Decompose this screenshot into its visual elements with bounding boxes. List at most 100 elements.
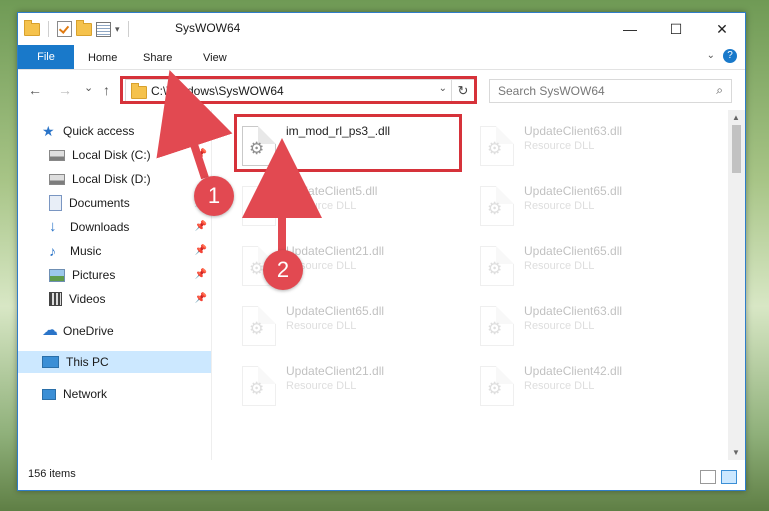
sidebar-item-label: OneDrive <box>63 324 114 338</box>
file-item[interactable]: UpdateClient65.dll Resource DLL <box>476 238 706 286</box>
quick-access-toolbar: ▾ <box>24 19 133 37</box>
pin-icon[interactable]: 📌 <box>195 293 207 304</box>
sidebar-item-onedrive[interactable]: ☁ OneDrive <box>18 320 235 342</box>
file-name: UpdateClient65.dll <box>524 244 623 258</box>
tab-file[interactable]: File <box>18 45 74 69</box>
file-item[interactable]: UpdateClient42.dll Resource DLL <box>476 358 706 406</box>
file-type: Resource DLL <box>524 260 595 272</box>
sidebar-item-label: Videos <box>69 292 106 306</box>
large-icons-view-icon[interactable] <box>721 470 737 484</box>
sidebar-item-downloads[interactable]: ↓ Downloads 📌 <box>18 216 211 238</box>
sidebar-item-label: Quick access <box>63 124 135 138</box>
file-name: UpdateClient5.dll <box>286 184 378 198</box>
file-name: UpdateClient63.dll <box>524 304 623 318</box>
navigation-pane: ★ Quick access Local Disk (C:) 📌 Local D… <box>18 110 211 460</box>
file-item[interactable]: UpdateClient65.dll Resource DLL <box>238 298 468 346</box>
vertical-scrollbar[interactable]: ▲ ▼ <box>728 110 745 460</box>
pin-icon[interactable]: 📌 <box>195 269 207 280</box>
dll-file-icon <box>480 366 514 406</box>
sidebar-item-this-pc[interactable]: This PC <box>18 351 211 373</box>
title-bar: ▾ SysWOW64 — ☐ ✕ <box>18 13 745 45</box>
dll-file-icon <box>242 366 276 406</box>
up-button[interactable]: ↑ <box>103 82 110 98</box>
file-type: Resource DLL <box>524 380 595 392</box>
address-bar-highlight <box>120 76 477 104</box>
drive-icon <box>49 149 65 161</box>
ribbon-tabs: File Home Share View ⌄ ? <box>18 45 745 70</box>
forward-button[interactable]: → <box>58 82 72 98</box>
file-type: Resource DLL <box>286 380 357 392</box>
back-button[interactable]: ← <box>28 82 42 98</box>
sidebar-item-label: Network <box>63 387 108 401</box>
file-highlight <box>234 114 462 172</box>
pin-icon[interactable]: 📌 <box>195 245 207 256</box>
drive-icon <box>49 173 65 185</box>
tab-share[interactable]: Share <box>133 49 182 67</box>
dll-file-icon <box>480 186 514 226</box>
tab-home[interactable]: Home <box>78 49 127 67</box>
dll-file-icon <box>242 186 276 226</box>
sidebar-item-local-disk-d[interactable]: Local Disk (D:) <box>18 168 211 190</box>
file-name: UpdateClient65.dll <box>286 304 385 318</box>
scrollbar-thumb[interactable] <box>732 125 741 173</box>
file-type: Resource DLL <box>524 320 595 332</box>
sidebar-item-label: Pictures <box>72 268 116 282</box>
scroll-up-arrow-icon[interactable]: ▲ <box>732 113 740 122</box>
maximize-button[interactable]: ☐ <box>653 13 699 45</box>
file-name: UpdateClient65.dll <box>524 184 623 198</box>
scroll-down-arrow-icon[interactable]: ▼ <box>732 448 740 457</box>
dll-file-icon <box>480 246 514 286</box>
sidebar-item-label: Music <box>70 244 102 258</box>
sidebar-item-documents[interactable]: Documents 📌 <box>18 192 211 214</box>
sidebar-item-music[interactable]: ♪ Music 📌 <box>18 240 211 262</box>
view-properties-icon[interactable] <box>96 21 111 37</box>
customize-toolbar-chevron-icon[interactable]: ▾ <box>115 24 120 35</box>
file-item[interactable]: UpdateClient63.dll Resource DLL <box>476 118 706 166</box>
pin-icon[interactable]: 📌 <box>195 221 207 232</box>
sidebar-item-label: Documents <box>69 196 130 210</box>
dll-file-icon <box>242 306 276 346</box>
expand-ribbon-chevron-icon[interactable]: ⌄ <box>707 50 715 61</box>
sidebar-item-quick-access[interactable]: ★ Quick access <box>18 120 235 142</box>
music-icon: ♪ <box>49 243 56 259</box>
status-bar: 156 items <box>18 461 745 490</box>
window-title: SysWOW64 <box>175 21 241 35</box>
sidebar-item-network[interactable]: Network <box>18 383 235 405</box>
help-icon[interactable]: ? <box>723 49 737 63</box>
sidebar-item-pictures[interactable]: Pictures 📌 <box>18 264 211 286</box>
file-item[interactable]: UpdateClient63.dll Resource DLL <box>476 298 706 346</box>
new-folder-icon[interactable] <box>76 19 92 36</box>
properties-check-icon[interactable] <box>57 21 72 37</box>
callout-badge-1: 1 <box>194 176 234 216</box>
close-button[interactable]: ✕ <box>699 13 745 45</box>
pane-divider[interactable] <box>211 110 212 460</box>
details-view-icon[interactable] <box>700 470 716 484</box>
callout-badge-2: 2 <box>263 250 303 290</box>
file-name: UpdateClient63.dll <box>524 124 623 138</box>
dll-file-icon <box>480 126 514 166</box>
network-icon <box>42 388 56 400</box>
file-name: UpdateClient21.dll <box>286 244 385 258</box>
file-item[interactable]: UpdateClient65.dll Resource DLL <box>476 178 706 226</box>
sidebar-item-label: Local Disk (D:) <box>72 172 151 186</box>
file-name: UpdateClient21.dll <box>286 364 385 378</box>
folder-icon <box>24 19 40 36</box>
recent-locations-button[interactable]: ⌄ <box>84 81 93 94</box>
pin-icon[interactable]: 📌 <box>195 149 207 160</box>
sidebar-item-local-disk-c[interactable]: Local Disk (C:) 📌 <box>18 144 211 166</box>
minimize-button[interactable]: — <box>607 13 653 45</box>
sidebar-item-label: Local Disk (C:) <box>72 148 151 162</box>
computer-icon <box>42 356 59 368</box>
sidebar-item-label: Downloads <box>70 220 130 234</box>
search-icon[interactable]: ⌕ <box>716 83 723 98</box>
item-count: 156 items <box>28 468 76 480</box>
star-icon: ★ <box>42 123 55 139</box>
file-item[interactable]: UpdateClient5.dll Resource DLL <box>238 178 468 226</box>
tab-view[interactable]: View <box>193 49 237 67</box>
sidebar-item-videos[interactable]: Videos 📌 <box>18 288 211 310</box>
sidebar-item-label: This PC <box>66 355 109 369</box>
file-type: Resource DLL <box>286 320 357 332</box>
search-placeholder: Search SysWOW64 <box>498 84 605 98</box>
search-box[interactable]: Search SysWOW64 ⌕ <box>489 79 732 103</box>
file-item[interactable]: UpdateClient21.dll Resource DLL <box>238 358 468 406</box>
